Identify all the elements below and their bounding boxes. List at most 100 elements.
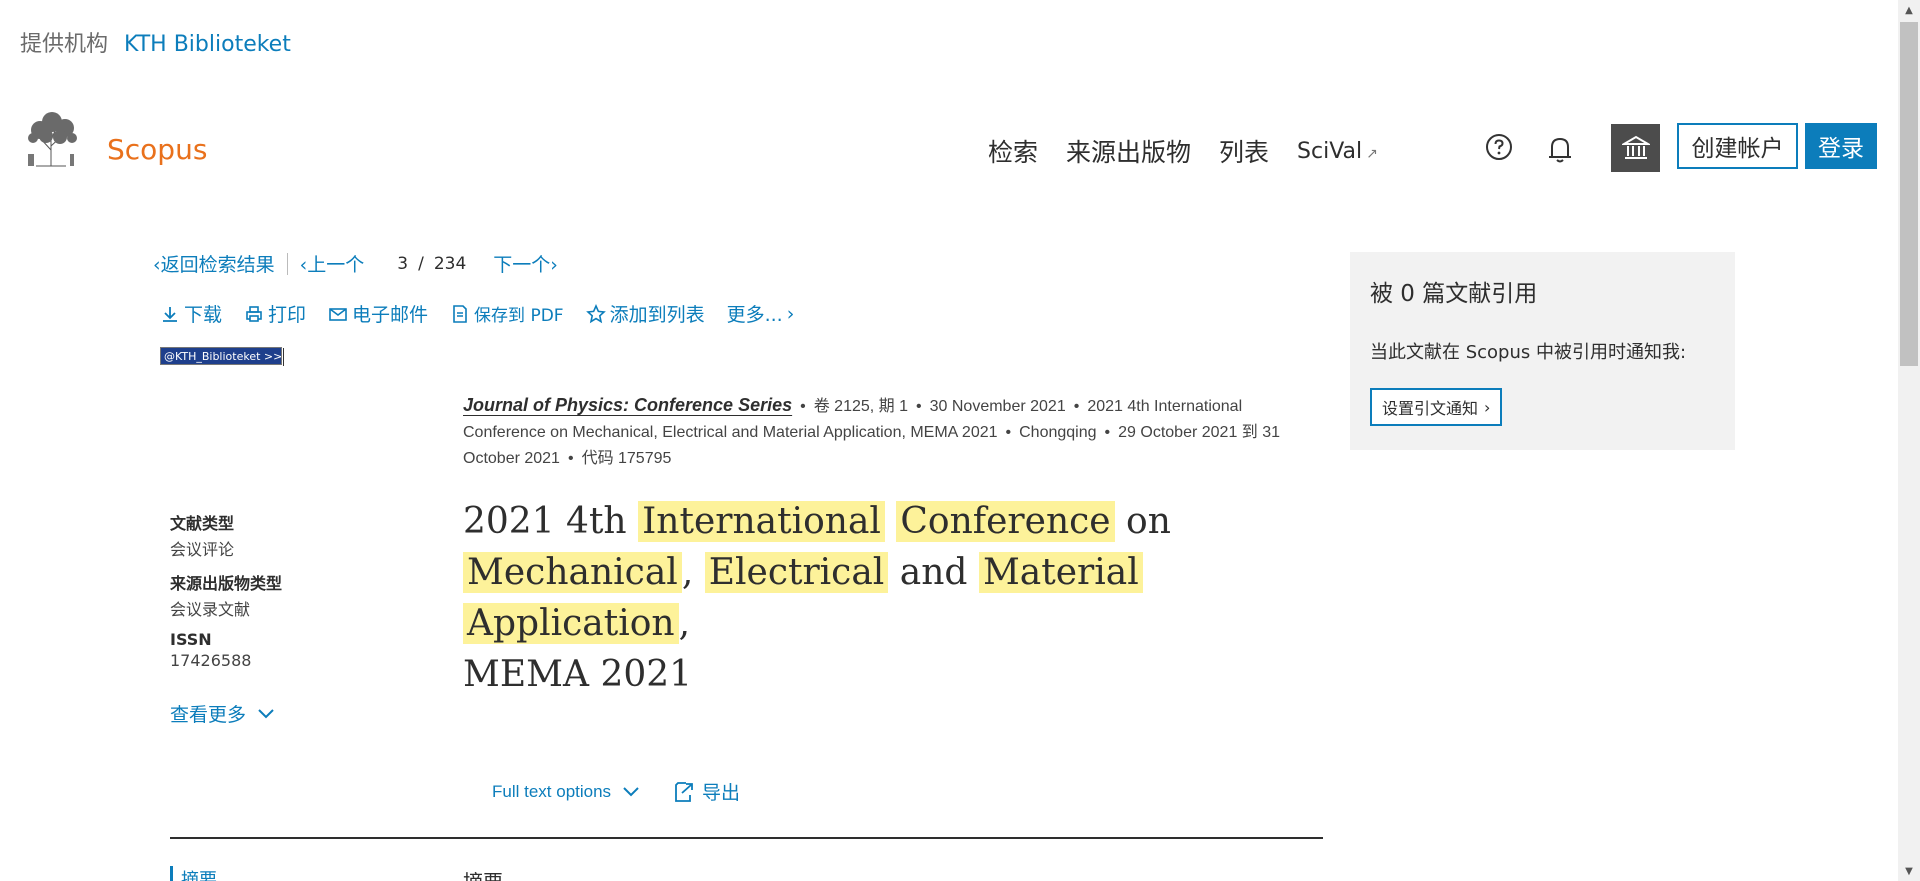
chevron-right-icon: ›: [1484, 397, 1491, 417]
nav-scival[interactable]: SciVal ↗: [1297, 139, 1378, 164]
cited-by-count: 被 0 篇文献引用: [1370, 281, 1538, 307]
add-to-list-button[interactable]: 添加到列表: [585, 300, 705, 327]
download-label: 下载: [184, 304, 223, 326]
title-text: ,: [678, 603, 691, 644]
elsevier-tree-logo-icon[interactable]: [18, 110, 84, 168]
create-account-button[interactable]: 创建帐户: [1677, 123, 1798, 169]
next-result-link[interactable]: 下一个›: [493, 250, 558, 277]
institution-bar: 提供机构 KTH Biblioteket: [20, 26, 291, 58]
separator-dot: •: [800, 398, 806, 415]
title-text: 2021 4th: [463, 501, 627, 542]
previous-result-link[interactable]: ‹上一个: [300, 250, 365, 277]
export-icon: [675, 781, 693, 802]
section-divider: [170, 837, 1323, 839]
nav-scival-label: SciVal: [1297, 138, 1363, 164]
print-icon: [246, 305, 262, 322]
title-highlight: Material: [978, 552, 1143, 593]
institution-name-link[interactable]: KTH Biblioteket: [124, 32, 291, 57]
nav-sources[interactable]: 来源出版物: [1066, 133, 1191, 169]
nav-lists[interactable]: 列表: [1219, 133, 1269, 169]
institution-access-button[interactable]: [1611, 124, 1660, 172]
scroll-up-arrow-icon[interactable]: ▲: [1898, 0, 1920, 20]
nav-search[interactable]: 检索: [988, 133, 1038, 169]
conference-city: Chongqing: [1019, 424, 1097, 441]
scroll-down-arrow-icon[interactable]: ▼: [1898, 861, 1920, 881]
back-to-results-link[interactable]: ‹返回检索结果: [153, 250, 275, 277]
pdf-icon: [453, 304, 467, 323]
conference-code: 代码 175795: [581, 450, 672, 467]
publication-date: 30 November 2021: [929, 398, 1066, 415]
external-link-icon: ↗: [1366, 146, 1378, 162]
title-text: on: [1126, 501, 1171, 542]
result-slash: /: [418, 253, 424, 274]
export-button[interactable]: 导出: [674, 778, 740, 805]
separator-dot: •: [1005, 424, 1012, 441]
doc-type-label: 文献类型: [170, 514, 235, 533]
download-icon: [163, 306, 177, 322]
source-type-label: 来源出版物类型: [170, 574, 283, 593]
export-label: 导出: [702, 782, 741, 804]
separator-dot: •: [567, 450, 574, 467]
star-icon: [585, 303, 606, 323]
title-highlight: International: [638, 501, 885, 542]
source-type-value: 会议录文献: [170, 600, 251, 619]
volume-issue: 卷 2125, 期 1: [813, 398, 909, 415]
main-nav: 检索 来源出版物 列表 SciVal ↗: [988, 133, 1378, 169]
text-cursor: [283, 348, 284, 366]
separator-dot: •: [1104, 424, 1111, 441]
full-text-options-label: Full text options: [492, 782, 612, 801]
title-highlight: Application: [463, 603, 679, 644]
email-label: 电子邮件: [352, 304, 429, 326]
result-position: 3 / 234: [392, 254, 471, 274]
issn-label: ISSN: [170, 630, 212, 649]
document-metadata: 文献类型 会议评论 来源出版物类型 会议录文献 ISSN 17426588: [170, 510, 370, 670]
next-result-label: 下一个: [493, 254, 551, 276]
notifications-bell-icon[interactable]: [1546, 133, 1574, 165]
document-toolbar: 下载 打印 电子邮件 保存到 PDF 添加到列表 更多... ›: [160, 300, 794, 327]
doc-type-value: 会议评论: [170, 540, 235, 559]
help-icon[interactable]: [1485, 133, 1513, 161]
source-info: Journal of Physics: Conference Series • 卷 …: [463, 392, 1323, 472]
print-button[interactable]: 打印: [244, 300, 306, 327]
result-total: 234: [433, 253, 467, 274]
document-title: 2021 4th International Conference on Mec…: [463, 496, 1333, 700]
save-pdf-button[interactable]: 保存到 PDF: [450, 301, 564, 326]
result-current: 3: [397, 253, 409, 274]
back-to-results-label: 返回检索结果: [160, 254, 275, 276]
download-button[interactable]: 下载: [160, 300, 222, 327]
scopus-brand[interactable]: Scopus: [107, 133, 207, 166]
more-button[interactable]: 更多... ›: [727, 300, 795, 327]
title-text: and: [899, 552, 968, 593]
chevron-right-icon: ›: [786, 302, 795, 325]
separator-dot: •: [1073, 398, 1080, 415]
issn-value: 17426588: [170, 651, 252, 670]
more-label: 更多...: [726, 304, 783, 326]
add-to-list-label: 添加到列表: [609, 304, 705, 326]
separator-dot: •: [916, 398, 922, 415]
chevron-down-icon: [258, 708, 274, 718]
chevron-down-icon: [623, 787, 639, 797]
title-highlight: Mechanical: [463, 552, 682, 593]
journal-title-link[interactable]: Journal of Physics: Conference Series: [463, 395, 792, 415]
kth-library-link[interactable]: @KTH_Biblioteket >>: [160, 347, 282, 365]
previous-result-label: 上一个: [307, 254, 365, 276]
see-more-label: 查看更多: [170, 704, 247, 726]
abstract-heading: 摘要: [463, 866, 503, 881]
institution-label: 提供机构: [20, 32, 109, 57]
email-icon: [329, 307, 347, 321]
save-pdf-label: 保存到 PDF: [474, 306, 564, 326]
abstract-nav-link[interactable]: 摘要: [170, 866, 217, 881]
title-text: ,: [681, 552, 694, 593]
print-label: 打印: [268, 304, 307, 326]
login-button[interactable]: 登录: [1805, 123, 1877, 169]
email-button[interactable]: 电子邮件: [328, 300, 428, 327]
result-pager: ‹返回检索结果 ‹上一个 3 / 234 下一个›: [153, 250, 558, 277]
set-citation-alert-label: 设置引文通知: [1382, 399, 1479, 418]
title-text: MEMA 2021: [463, 654, 693, 695]
set-citation-alert-button[interactable]: 设置引文通知 ›: [1370, 388, 1503, 426]
scrollbar-thumb[interactable]: [1900, 22, 1918, 366]
full-text-options-button[interactable]: Full text options: [492, 782, 639, 802]
title-highlight: Electrical: [704, 552, 889, 593]
citation-notify-text: 当此文献在 Scopus 中被引用时通知我:: [1370, 342, 1687, 363]
see-more-button[interactable]: 查看更多: [170, 700, 274, 727]
